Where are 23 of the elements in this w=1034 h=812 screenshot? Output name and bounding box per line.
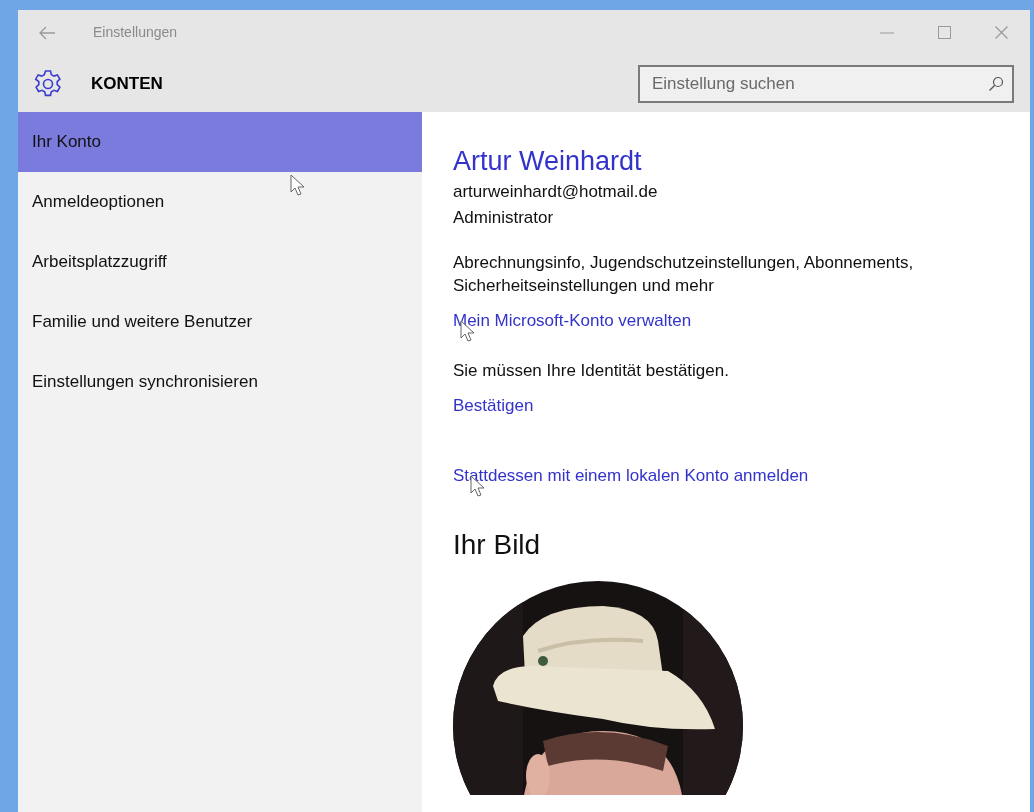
search-icon[interactable] xyxy=(988,75,1004,92)
account-description: Abrechnungsinfo, Jugendschutzeinstellungen, Abonnements, Sicherheitseinstellungen und mehr xyxy=(453,252,915,297)
account-role: Administrator xyxy=(453,207,554,229)
search-field[interactable]: Einstellung suchen xyxy=(638,64,1014,103)
sidebar-item[interactable]: Einstellungen synchronisieren xyxy=(18,352,422,412)
sidebar-item[interactable]: Familie und weitere Benutzer xyxy=(18,292,422,352)
verify-notice: Sie müssen Ihre Identität bestätigen. xyxy=(453,360,729,382)
link[interactable]: Mein Microsoft-Konto verwalten xyxy=(453,309,692,333)
sidebar-item[interactable]: Arbeitsplatzzugriff xyxy=(18,232,422,292)
link[interactable]: Bestätigen xyxy=(453,394,534,418)
maximize-icon[interactable] xyxy=(938,26,951,39)
close-icon[interactable] xyxy=(995,26,1008,39)
cursor-icon xyxy=(290,174,306,197)
section-heading: Ihr Bild xyxy=(453,528,541,562)
back-icon[interactable] xyxy=(38,25,56,40)
minimize-icon[interactable] xyxy=(880,31,894,34)
page-title: KONTEN xyxy=(91,72,163,95)
sidebar-item[interactable]: Anmeldeoptionen xyxy=(18,172,422,232)
sidebar-item[interactable]: Ihr Konto xyxy=(18,112,422,172)
window-title: Einstellungen xyxy=(93,23,178,42)
account-name: Artur Weinhardt xyxy=(453,145,642,178)
account-email: arturweinhardt@hotmail.de xyxy=(453,181,658,203)
link[interactable]: Stattdessen mit einem lokalen Konto anmelden xyxy=(453,464,809,488)
